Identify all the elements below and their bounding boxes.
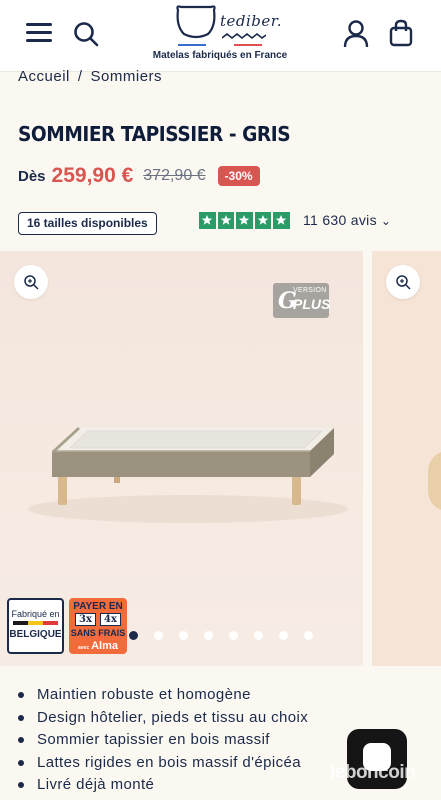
- price-prefix: Dès: [18, 167, 46, 185]
- alma-with: avec: [77, 645, 90, 651]
- feature-item: Maintien robuste et homogène: [18, 684, 308, 707]
- carousel-dot[interactable]: [229, 631, 238, 640]
- chevron-down-icon: ⌄: [380, 214, 392, 228]
- made-in-belgium-badge: Fabriqué en BELGIQUE: [7, 598, 64, 654]
- carousel-dot[interactable]: [179, 631, 188, 640]
- breadcrumb: Accueil / Sommiers: [18, 68, 162, 85]
- feature-item: Sommier tapissier en bois massif: [18, 729, 308, 752]
- sizes-available-badge[interactable]: 16 tailles disponibles: [18, 212, 157, 235]
- breadcrumb-separator: /: [77, 68, 83, 85]
- carousel-dot[interactable]: [304, 631, 313, 640]
- carousel-dot[interactable]: [279, 631, 288, 640]
- logo-tagline: Matelas fabriqués en France: [152, 50, 288, 61]
- next-slide-preview: [428, 451, 441, 511]
- feature-list: Maintien robuste et homogène Design hôte…: [18, 684, 308, 797]
- alma-brand-line: avec Alma: [69, 640, 127, 652]
- next-image-slide[interactable]: [372, 251, 441, 666]
- breadcrumb-current[interactable]: Sommiers: [91, 68, 163, 85]
- version-plus-badge: G VERSION PLUS: [273, 283, 331, 318]
- logo-tricolor: [178, 44, 262, 46]
- breadcrumb-home[interactable]: Accueil: [18, 68, 70, 85]
- old-price: 372,90 €: [143, 167, 206, 184]
- carousel-dot[interactable]: [204, 631, 213, 640]
- star-icon: [199, 212, 216, 229]
- product-gallery[interactable]: [0, 251, 441, 666]
- product-title: SOMMIER TAPISSIER - GRIS: [18, 122, 291, 146]
- alma-brand: Alma: [91, 640, 119, 652]
- logo-wave-icon: [222, 33, 266, 40]
- carousel-dots: [129, 631, 313, 640]
- star-icon: [236, 212, 253, 229]
- feature-item: Design hôtelier, pieds et tissu au choix: [18, 707, 308, 730]
- alma-4x: 4x: [100, 613, 121, 626]
- alma-no-fees: SANS FRAIS: [70, 628, 126, 638]
- hamburger-menu-icon[interactable]: [26, 21, 54, 45]
- discount-badge: -30%: [217, 166, 260, 186]
- version-plus-label: PLUS: [293, 296, 331, 312]
- belgium-flag-icon: [13, 621, 58, 625]
- alma-pay-label: PAYER EN: [73, 601, 123, 612]
- version-label: VERSION: [293, 287, 327, 294]
- star-icon: [273, 212, 290, 229]
- logo-wordmark: tediber.: [220, 12, 283, 30]
- alma-payment-badge[interactable]: PAYER EN 3x 4x SANS FRAIS avec Alma: [69, 598, 127, 654]
- bear-head-logo-icon: [176, 5, 216, 39]
- made-in-label: Fabriqué en: [11, 609, 60, 619]
- current-price: 259,90 €: [51, 164, 134, 187]
- feature-item: Livré déjà monté: [18, 774, 308, 797]
- site-header: tediber. Matelas fabriqués en France: [0, 0, 441, 72]
- carousel-dot[interactable]: [254, 631, 263, 640]
- country-label: BELGIQUE: [9, 629, 62, 640]
- star-icon: [254, 212, 271, 229]
- feature-item: Lattes rigides en bois massif d'épicéa: [18, 752, 308, 775]
- carousel-dot[interactable]: [154, 631, 163, 640]
- star-icon: [217, 212, 234, 229]
- trustpilot-rating-stars[interactable]: [199, 212, 290, 229]
- user-icon[interactable]: [343, 20, 369, 53]
- alma-3x: 3x: [75, 613, 96, 626]
- search-icon[interactable]: [73, 21, 99, 52]
- price-row: Dès 259,90 € 372,90 € -30%: [18, 161, 260, 191]
- zoom-in-icon[interactable]: [386, 265, 420, 299]
- leboncoin-watermark: leboncoin: [330, 762, 416, 783]
- reviews-count: 11 630 avis: [303, 212, 377, 228]
- tediber-logo[interactable]: tediber. Matelas fabriqués en France: [150, 4, 290, 64]
- zoom-in-icon[interactable]: [14, 265, 48, 299]
- reviews-link[interactable]: 11 630 avis ⌄: [303, 212, 391, 228]
- carousel-dot[interactable]: [129, 631, 138, 640]
- shopping-bag-icon[interactable]: [389, 19, 413, 52]
